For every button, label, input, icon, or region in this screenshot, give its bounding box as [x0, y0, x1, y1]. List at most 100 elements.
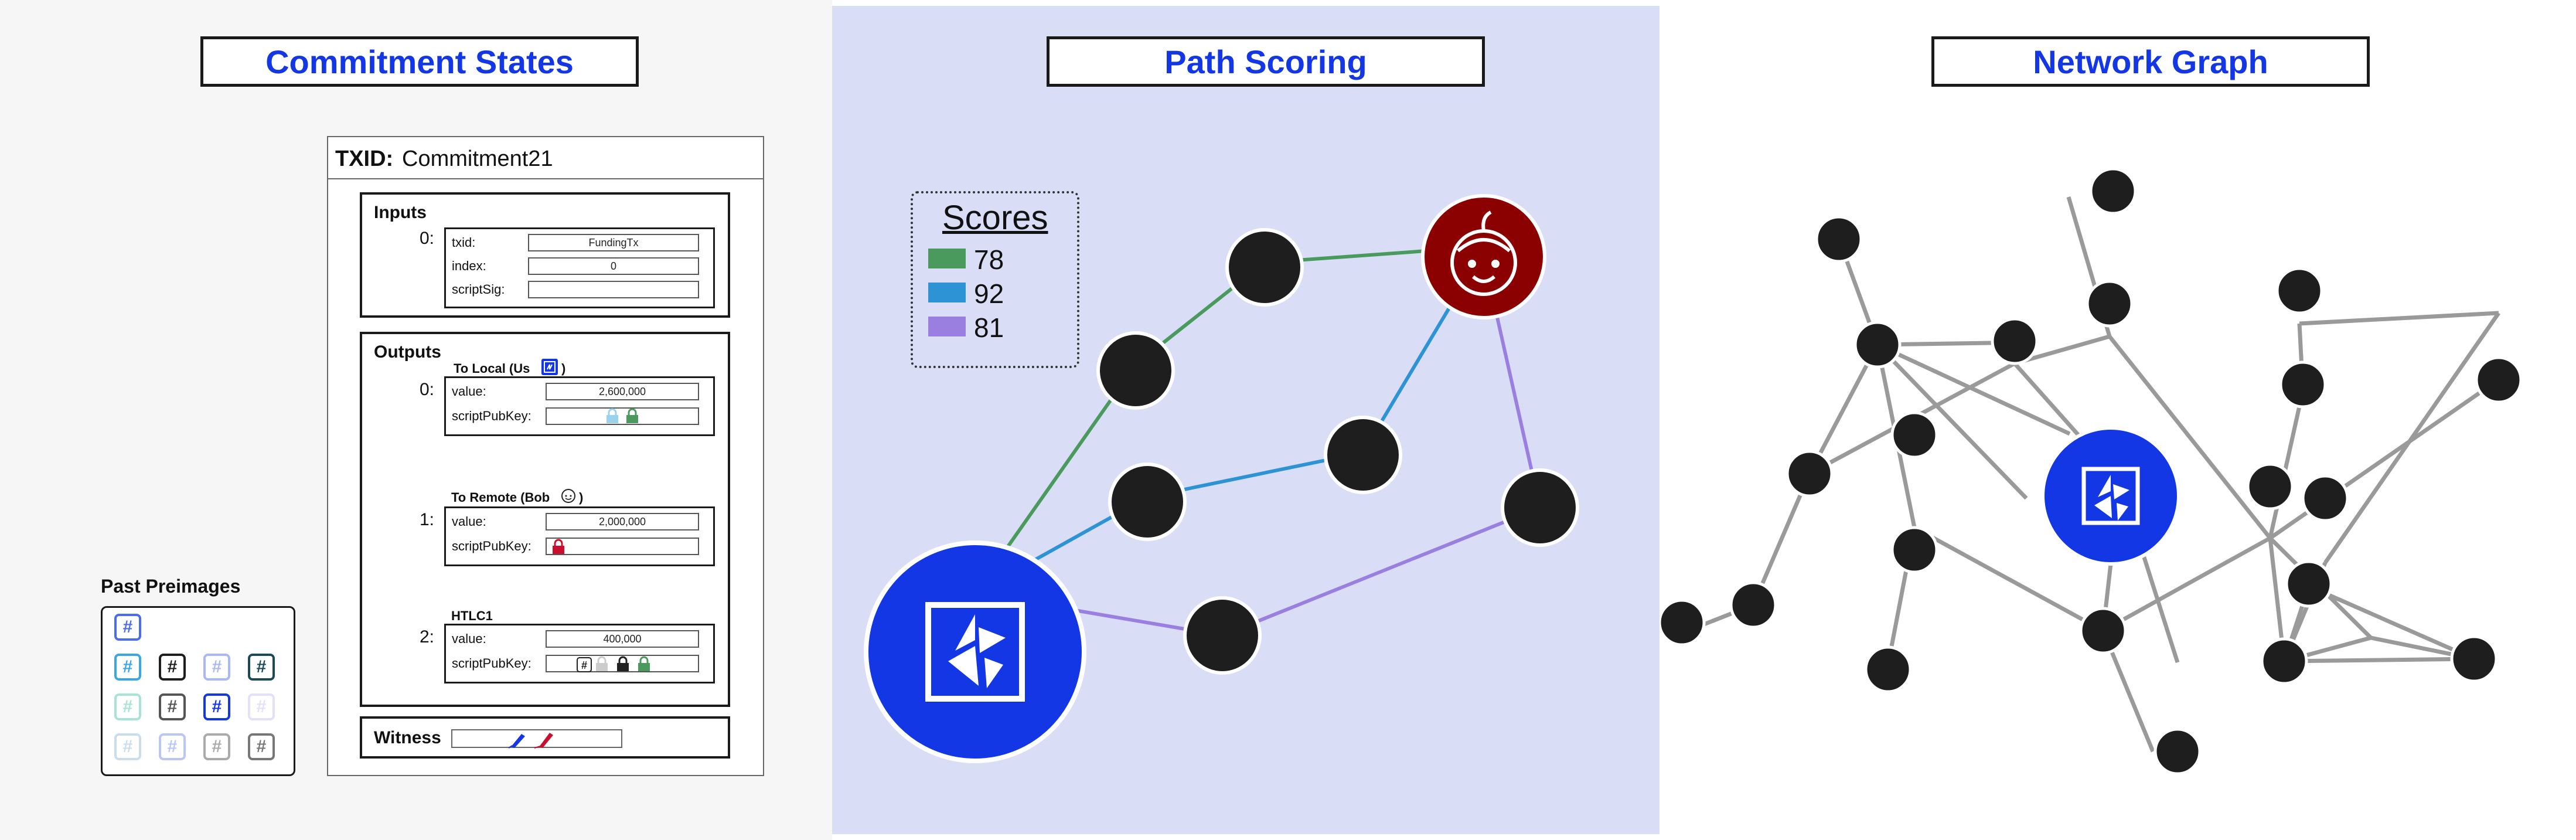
preimage-hash-icon: # — [114, 614, 141, 641]
network-node — [2079, 607, 2127, 655]
logo-icon — [541, 359, 558, 375]
preimage-hash-icon: # — [159, 693, 186, 720]
pen-blue-icon — [508, 734, 525, 749]
network-node — [2260, 637, 2308, 685]
output-1-index: 1: — [420, 510, 435, 529]
lock-green-icon — [638, 656, 650, 671]
score-value: 78 — [974, 244, 1004, 275]
network-node — [1729, 581, 1777, 629]
output-2-fields: value: 400,000 scriptPubKey: # — [444, 624, 715, 683]
preimage-hash-icon: # — [203, 733, 230, 760]
input-index: 0: — [420, 229, 435, 248]
output-0-value-field: 2,600,000 — [546, 383, 699, 400]
inputs-box: Inputs 0: txid: FundingTx index: 0 scrip… — [360, 192, 730, 318]
scores-title: Scores — [942, 199, 1048, 237]
preimage-hash-icon: # — [114, 693, 141, 720]
output-1-script-field — [546, 538, 699, 555]
network-node — [1660, 598, 1706, 647]
network-node — [2285, 560, 2333, 608]
output-0-title: To Local (Us — [454, 361, 530, 376]
txid-value: Commitment21 — [402, 147, 553, 171]
network-node — [2154, 727, 2202, 776]
output-0-title-close: ) — [561, 361, 566, 376]
hash-icon: # — [577, 657, 592, 672]
preimage-hash-icon: # — [114, 733, 141, 760]
output-2-value-label: value: — [452, 631, 486, 646]
scoring-node — [1501, 468, 1579, 547]
input-index-field: 0 — [528, 257, 699, 275]
output-0-index: 0: — [420, 380, 435, 399]
input-scriptsig-field — [528, 281, 699, 298]
outputs-heading: Outputs — [374, 342, 441, 362]
scoring-node — [1096, 331, 1175, 410]
network-node — [2301, 474, 2349, 522]
network-node — [1864, 645, 1912, 693]
outputs-box: Outputs 0: To Local (Us ) value: 2,600,0… — [360, 332, 730, 707]
witness-box: Witness — [360, 716, 730, 759]
bob-destination-node — [1421, 194, 1546, 319]
output-1-title-close: ) — [579, 490, 584, 505]
output-2-index: 2: — [420, 627, 435, 647]
txid-header: TXID: Commitment21 — [328, 137, 763, 179]
source-node — [864, 540, 1086, 763]
preimages-title: Past Preimages — [101, 576, 241, 597]
network-graph-panel: Network Graph — [1660, 0, 2576, 840]
scoring-node — [1225, 228, 1304, 307]
network-node — [1890, 526, 1938, 574]
input-index-label: index: — [452, 259, 486, 273]
network-node — [1853, 321, 1902, 369]
output-1-fields: value: 2,000,000 scriptPubKey: — [444, 506, 715, 566]
score-value: 81 — [974, 312, 1004, 343]
preimage-hash-icon: # — [248, 733, 275, 760]
lock-black-icon — [617, 656, 629, 671]
commitment-states-panel: Commitment States TXID: Commitment21 Inp… — [0, 0, 832, 840]
score-swatch — [928, 283, 966, 302]
lock-red-icon — [553, 539, 564, 554]
input-scriptsig-label: scriptSig: — [452, 282, 505, 297]
output-2-title: HTLC1 — [451, 608, 493, 623]
path-scoring-panel: Path Scoring Scores 78 92 81 — [832, 0, 1660, 840]
commitment-states-title: Commitment States — [200, 36, 639, 87]
network-node — [1890, 411, 1938, 459]
network-node — [2475, 356, 2523, 404]
preimage-hash-icon: # — [203, 693, 230, 720]
scoring-node — [1108, 462, 1187, 541]
score-value: 92 — [974, 278, 1004, 309]
input-txid-field: FundingTx — [528, 234, 699, 251]
output-0-script-label: scriptPubKey: — [452, 409, 531, 423]
pen-red-icon — [534, 733, 553, 749]
output-1-script-label: scriptPubKey: — [452, 539, 531, 553]
input-txid-label: txid: — [452, 235, 476, 250]
output-0-value-label: value: — [452, 384, 486, 399]
score-swatch — [928, 317, 966, 336]
output-0-fields: value: 2,600,000 scriptPubKey: — [444, 376, 715, 436]
inputs-heading: Inputs — [374, 203, 427, 222]
network-node — [2086, 280, 2134, 328]
witness-label: Witness — [374, 728, 441, 747]
output-0-script-field — [546, 407, 699, 425]
preimage-hash-icon: # — [248, 693, 275, 720]
network-node — [2450, 635, 2498, 683]
input-fields-box: txid: FundingTx index: 0 scriptSig: — [444, 227, 715, 308]
scores-legend: Scores 78 92 81 — [911, 191, 1079, 368]
network-node — [2279, 361, 2327, 409]
output-1-value-field: 2,000,000 — [546, 513, 699, 530]
output-2-value-field: 400,000 — [546, 630, 699, 648]
lock-green-icon — [626, 408, 638, 423]
network-node — [2275, 267, 2323, 315]
network-node — [1786, 450, 1834, 498]
svg-text:#: # — [581, 659, 587, 671]
witness-field — [451, 729, 622, 749]
output-2-script-label: scriptPubKey: — [452, 656, 531, 671]
central-logo-node — [2041, 426, 2180, 566]
path-scoring-graph — [864, 194, 1579, 763]
output-1-value-label: value: — [452, 514, 486, 529]
network-node — [1815, 215, 1863, 263]
output-1-title: To Remote (Bob — [451, 490, 550, 505]
network-node — [1991, 317, 2039, 365]
network-graph — [1660, 167, 2523, 776]
preimage-hash-icon: # — [114, 654, 141, 681]
bob-face-icon — [560, 488, 577, 504]
txid-label: TXID: — [335, 147, 394, 171]
lock-gray-icon — [596, 656, 608, 671]
